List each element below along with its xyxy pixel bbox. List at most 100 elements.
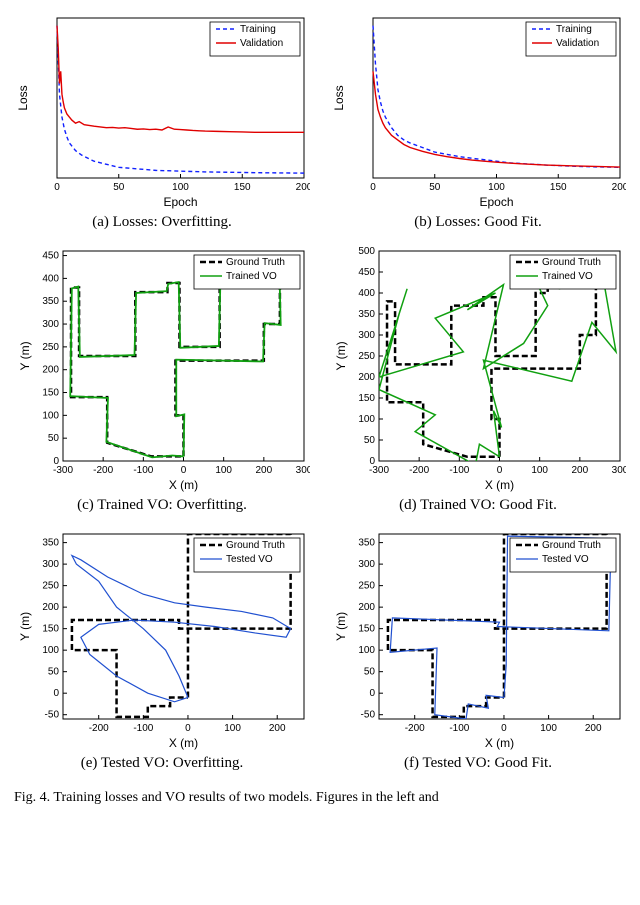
chart-tested-overfit: -200-1000100200-50050100150200250300350X… xyxy=(15,526,310,751)
chart-tested-goodfit: -200-1000100200-50050100150200250300350X… xyxy=(331,526,626,751)
svg-text:100: 100 xyxy=(358,645,375,656)
figure-grid: 050100150200EpochLossTrainingValidation … xyxy=(10,10,630,782)
svg-text:150: 150 xyxy=(549,182,566,193)
svg-text:300: 300 xyxy=(358,330,375,341)
svg-text:450: 450 xyxy=(358,267,375,278)
panel-c: -300-200-1000100200300050100150200250300… xyxy=(10,243,314,524)
svg-text:200: 200 xyxy=(358,372,375,383)
chart-trained-overfit: -300-200-1000100200300050100150200250300… xyxy=(15,243,310,493)
svg-text:200: 200 xyxy=(42,602,59,613)
svg-text:Tested VO: Tested VO xyxy=(542,554,589,565)
svg-text:350: 350 xyxy=(358,538,375,549)
svg-text:150: 150 xyxy=(233,182,250,193)
chart-loss-overfit: 050100150200EpochLossTrainingValidation xyxy=(15,10,310,210)
svg-text:X (m): X (m) xyxy=(484,478,513,492)
caption-f: (f) Tested VO: Good Fit. xyxy=(404,755,552,772)
svg-text:Ground Truth: Ground Truth xyxy=(226,540,285,551)
svg-text:150: 150 xyxy=(42,388,59,399)
svg-text:50: 50 xyxy=(363,435,375,446)
svg-text:250: 250 xyxy=(358,351,375,362)
panel-f: -200-1000100200-50050100150200250300350X… xyxy=(326,526,630,782)
svg-text:-50: -50 xyxy=(44,710,59,721)
svg-text:100: 100 xyxy=(42,645,59,656)
svg-text:Ground Truth: Ground Truth xyxy=(542,257,601,268)
svg-text:300: 300 xyxy=(42,559,59,570)
svg-text:Epoch: Epoch xyxy=(163,195,197,209)
panel-e: -200-1000100200-50050100150200250300350X… xyxy=(10,526,314,782)
svg-text:0: 0 xyxy=(501,723,507,734)
panel-b: 050100150200EpochLossTrainingValidation … xyxy=(326,10,630,241)
svg-text:300: 300 xyxy=(358,559,375,570)
svg-text:-200: -200 xyxy=(93,465,113,476)
svg-text:100: 100 xyxy=(531,465,548,476)
svg-text:Trained VO: Trained VO xyxy=(226,271,277,282)
svg-text:Epoch: Epoch xyxy=(479,195,513,209)
svg-text:300: 300 xyxy=(42,319,59,330)
svg-text:250: 250 xyxy=(42,581,59,592)
svg-text:100: 100 xyxy=(172,182,189,193)
svg-text:-100: -100 xyxy=(133,465,153,476)
svg-text:-100: -100 xyxy=(133,723,153,734)
svg-text:-200: -200 xyxy=(404,723,424,734)
svg-text:-50: -50 xyxy=(360,710,375,721)
svg-text:100: 100 xyxy=(224,723,241,734)
chart-trained-goodfit: -300-200-1000100200300050100150200250300… xyxy=(331,243,626,493)
svg-text:0: 0 xyxy=(180,465,186,476)
svg-text:300: 300 xyxy=(611,465,625,476)
svg-text:50: 50 xyxy=(113,182,125,193)
svg-text:Y (m): Y (m) xyxy=(334,612,348,641)
svg-text:400: 400 xyxy=(42,273,59,284)
svg-text:0: 0 xyxy=(53,688,59,699)
svg-text:250: 250 xyxy=(42,342,59,353)
svg-text:150: 150 xyxy=(358,393,375,404)
svg-text:350: 350 xyxy=(42,296,59,307)
svg-text:Loss: Loss xyxy=(332,85,346,110)
svg-text:0: 0 xyxy=(370,182,376,193)
svg-text:Trained VO: Trained VO xyxy=(542,271,593,282)
svg-text:150: 150 xyxy=(42,624,59,635)
caption-b: (b) Losses: Good Fit. xyxy=(414,214,542,231)
svg-text:200: 200 xyxy=(295,182,309,193)
svg-text:100: 100 xyxy=(540,723,557,734)
svg-text:-200: -200 xyxy=(88,723,108,734)
svg-text:200: 200 xyxy=(255,465,272,476)
svg-text:50: 50 xyxy=(363,667,375,678)
svg-text:200: 200 xyxy=(611,182,625,193)
svg-text:50: 50 xyxy=(47,667,59,678)
svg-text:0: 0 xyxy=(54,182,60,193)
svg-text:400: 400 xyxy=(358,288,375,299)
caption-e: (e) Tested VO: Overfitting. xyxy=(81,755,244,772)
svg-text:X (m): X (m) xyxy=(168,736,197,750)
svg-text:50: 50 xyxy=(47,433,59,444)
svg-text:Validation: Validation xyxy=(240,38,283,49)
svg-text:-100: -100 xyxy=(449,723,469,734)
svg-text:0: 0 xyxy=(369,456,375,467)
svg-text:Y (m): Y (m) xyxy=(18,612,32,641)
svg-text:Ground Truth: Ground Truth xyxy=(542,540,601,551)
svg-text:250: 250 xyxy=(358,581,375,592)
chart-loss-goodfit: 0 50 100 150 200 Epoch Loss Training Validation xyxy=(331,10,626,210)
svg-text:Training: Training xyxy=(556,24,592,35)
panel-a: 050100150200EpochLossTrainingValidation … xyxy=(10,10,314,241)
svg-text:50: 50 xyxy=(429,182,441,193)
svg-text:Validation: Validation xyxy=(556,38,599,49)
svg-text:0: 0 xyxy=(369,688,375,699)
svg-text:500: 500 xyxy=(358,246,375,257)
caption-c: (c) Trained VO: Overfitting. xyxy=(77,497,247,514)
svg-text:150: 150 xyxy=(358,624,375,635)
svg-text:450: 450 xyxy=(42,251,59,262)
svg-text:0: 0 xyxy=(496,465,502,476)
svg-text:350: 350 xyxy=(358,309,375,320)
svg-text:-100: -100 xyxy=(449,465,469,476)
svg-text:0: 0 xyxy=(185,723,191,734)
svg-text:100: 100 xyxy=(215,465,232,476)
svg-text:Y (m): Y (m) xyxy=(334,341,348,370)
svg-text:100: 100 xyxy=(488,182,505,193)
svg-text:200: 200 xyxy=(571,465,588,476)
svg-text:Tested VO: Tested VO xyxy=(226,554,273,565)
svg-text:200: 200 xyxy=(268,723,285,734)
svg-text:-200: -200 xyxy=(409,465,429,476)
svg-text:Training: Training xyxy=(240,24,276,35)
svg-text:300: 300 xyxy=(295,465,309,476)
svg-text:Y (m): Y (m) xyxy=(18,341,32,370)
